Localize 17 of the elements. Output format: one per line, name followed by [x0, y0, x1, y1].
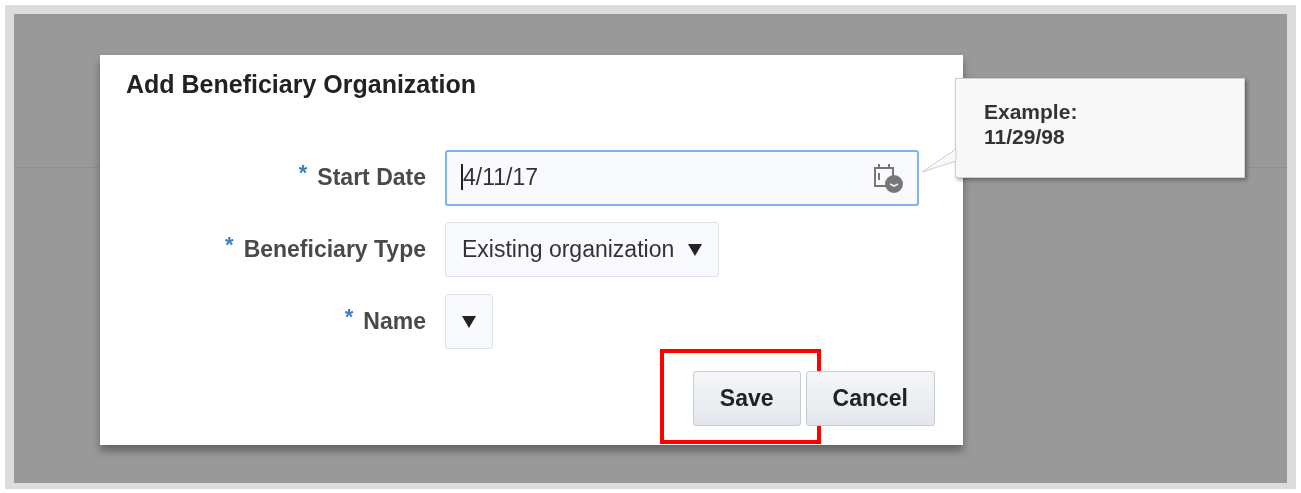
- field-label: Name: [363, 308, 426, 335]
- save-button[interactable]: Save: [692, 371, 801, 426]
- field-label: Start Date: [317, 164, 426, 191]
- dropdown-field[interactable]: [445, 294, 493, 349]
- hint-text: Example:: [984, 99, 1079, 125]
- dialog-title: Add Beneficiary Organization: [126, 69, 478, 99]
- required-mark: *: [225, 232, 234, 258]
- calendar-clock-icon[interactable]: [873, 162, 905, 193]
- field-label: Beneficiary Type: [243, 236, 426, 263]
- date-field[interactable]: 4/11/17: [445, 149, 919, 206]
- required-mark: *: [344, 304, 354, 330]
- dropdown-arrow-icon: [462, 315, 476, 328]
- dropdown-arrow-icon: [688, 243, 703, 256]
- hint-text: 11/29/98: [984, 124, 1066, 150]
- cancel-button[interactable]: Cancel: [805, 371, 935, 426]
- dropdown-field[interactable]: Existing organization: [445, 222, 720, 277]
- required-mark: *: [298, 160, 308, 186]
